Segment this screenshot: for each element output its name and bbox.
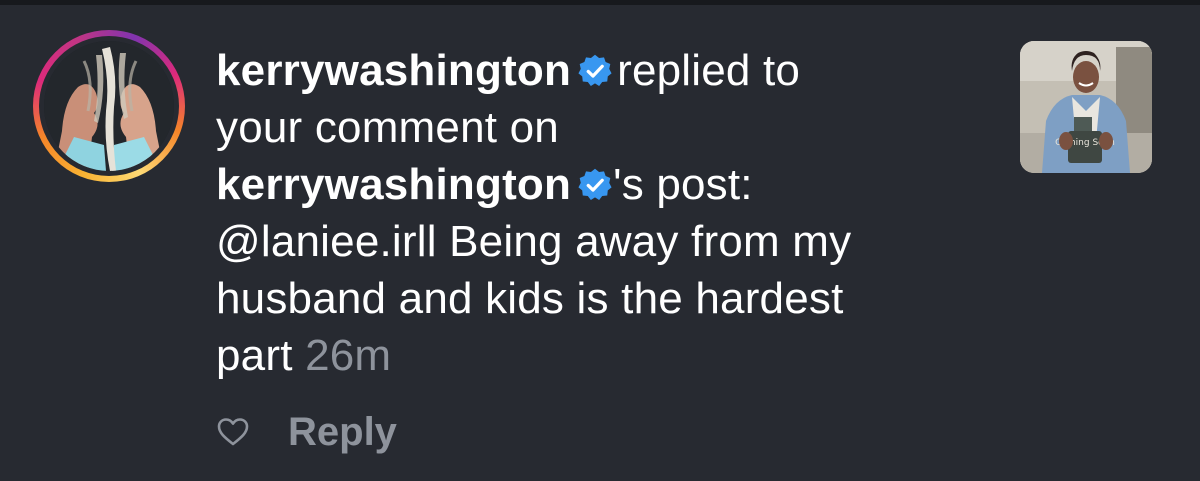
post-owner-username[interactable]: kerrywashington: [216, 160, 571, 209]
reply-text-line-2: husband and kids is the hardest: [216, 274, 844, 323]
timestamp: 26m: [305, 331, 392, 380]
avatar: [44, 41, 174, 171]
profile-avatar-story-ring[interactable]: [33, 30, 185, 182]
verified-badge-icon: [578, 168, 612, 200]
notification-text: kerrywashington replied to your comment …: [216, 42, 986, 384]
actor-username[interactable]: kerrywashington: [216, 46, 571, 95]
post-thumbnail[interactable]: Coming Soon: [1020, 41, 1152, 173]
reply-notification[interactable]: kerrywashington replied to your comment …: [0, 5, 1200, 481]
reply-button[interactable]: Reply: [288, 410, 397, 455]
avatar-image: [44, 41, 174, 171]
post-thumbnail-image: Coming Soon: [1020, 41, 1152, 173]
notification-line-2: your comment on: [216, 103, 559, 152]
heart-outline-icon[interactable]: [216, 415, 250, 449]
post-suffix: 's post:: [613, 160, 753, 209]
reply-text-line-3: part 26m: [216, 327, 986, 384]
reply-text-end: part: [216, 331, 293, 380]
action-text: replied to: [617, 46, 801, 95]
notification-actions: Reply: [216, 407, 397, 457]
reply-text-line-1: @laniee.irll Being away from my: [216, 217, 852, 266]
notification-line-3: kerrywashington 's post:: [216, 156, 986, 213]
verified-badge-icon: [578, 54, 612, 86]
notification-line-1: kerrywashington replied to: [216, 42, 986, 99]
